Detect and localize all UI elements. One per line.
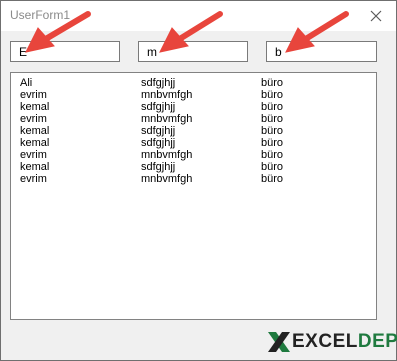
list-cell-col3: büro <box>261 125 284 137</box>
filter-textbox-2[interactable]: m <box>138 41 248 62</box>
filter-textbox-3[interactable]: b <box>266 41 377 62</box>
list-item[interactable]: kemal sdfgjhjj büro <box>11 137 376 149</box>
list-item[interactable]: evrim mnbvmfgh büro <box>11 173 376 185</box>
window-title: UserForm1 <box>10 8 71 22</box>
list-cell-col1: kemal <box>20 101 50 113</box>
close-button[interactable] <box>365 5 387 27</box>
close-icon <box>370 10 382 22</box>
x-logo-mark <box>268 332 290 352</box>
list-cell-col1: evrim <box>20 89 47 101</box>
list-item[interactable]: Ali sdfgjhjj büro <box>11 77 376 89</box>
logo-text-excel: EXCEL <box>292 331 358 352</box>
exceldepo-logo: EXCELDEPO <box>266 329 397 355</box>
list-cell-col2: sdfgjhjj <box>141 125 176 137</box>
list-cell-col2: mnbvmfgh <box>141 149 193 161</box>
list-cell-col1: evrim <box>20 113 47 125</box>
list-cell-col1: kemal <box>20 161 50 173</box>
list-cell-col2: sdfgjhjj <box>141 101 176 113</box>
list-cell-col3: büro <box>261 113 284 125</box>
list-item[interactable]: kemal sdfgjhjj büro <box>11 161 376 173</box>
list-item[interactable]: evrim mnbvmfgh büro <box>11 149 376 161</box>
title-bar: UserForm1 <box>1 1 396 31</box>
list-cell-col3: büro <box>261 173 284 185</box>
list-cell-col3: büro <box>261 161 284 173</box>
list-item[interactable]: evrim mnbvmfgh büro <box>11 89 376 101</box>
filter-textbox-1[interactable]: E <box>10 41 120 62</box>
list-cell-col1: kemal <box>20 137 50 149</box>
list-cell-col1: evrim <box>20 173 47 185</box>
list-item[interactable]: kemal sdfgjhjj büro <box>11 101 376 113</box>
userform-window: UserForm1 E m b Ali sdfgjhjj büro evrim mnbv… <box>0 0 397 361</box>
list-cell-col1: kemal <box>20 125 50 137</box>
list-item[interactable]: kemal sdfgjhjj büro <box>11 125 376 137</box>
list-cell-col2: sdfgjhjj <box>141 137 176 149</box>
list-cell-col2: mnbvmfgh <box>141 113 193 125</box>
results-listbox[interactable]: Ali sdfgjhjj büro evrim mnbvmfgh büro kemal sdf… <box>10 72 377 320</box>
list-cell-col3: büro <box>261 149 284 161</box>
list-cell-col1: Ali <box>20 77 33 89</box>
list-cell-col3: büro <box>261 137 284 149</box>
list-cell-col1: evrim <box>20 149 47 161</box>
list-cell-col2: sdfgjhjj <box>141 161 176 173</box>
list-item[interactable]: evrim mnbvmfgh büro <box>11 113 376 125</box>
logo-text-depo: DEPO <box>357 331 397 352</box>
list-cell-col2: mnbvmfgh <box>141 173 193 185</box>
list-cell-col2: sdfgjhjj <box>141 77 176 89</box>
list-cell-col3: büro <box>261 101 284 113</box>
list-cell-col3: büro <box>261 77 284 89</box>
list-cell-col3: büro <box>261 89 284 101</box>
list-cell-col2: mnbvmfgh <box>141 89 193 101</box>
